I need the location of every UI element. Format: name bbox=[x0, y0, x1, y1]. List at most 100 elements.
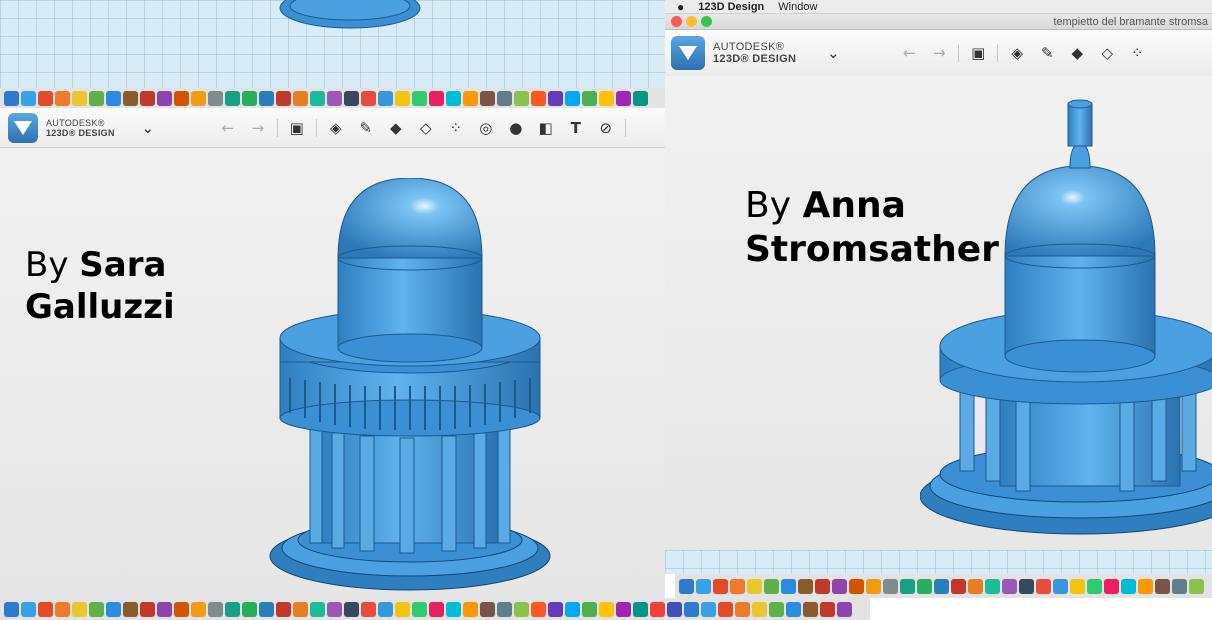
dock-app-icon[interactable] bbox=[446, 601, 461, 617]
dock-app-icon[interactable] bbox=[1138, 578, 1153, 594]
app-logo-icon[interactable] bbox=[671, 36, 705, 70]
primitives-icon[interactable]: ◈ bbox=[1006, 44, 1028, 62]
dock-app-icon[interactable] bbox=[327, 90, 342, 106]
undo-icon[interactable]: ← bbox=[217, 119, 239, 137]
dock-app-icon[interactable] bbox=[157, 601, 172, 617]
dock-app-icon[interactable] bbox=[764, 578, 779, 594]
construct-icon[interactable]: ◆ bbox=[385, 119, 407, 137]
dock-app-icon[interactable] bbox=[174, 90, 189, 106]
snap-icon[interactable]: ⊘ bbox=[595, 119, 617, 137]
dock-app-icon[interactable] bbox=[21, 601, 36, 617]
dock-app-icon[interactable] bbox=[310, 601, 325, 617]
dock-app-icon[interactable] bbox=[106, 90, 121, 106]
dock-app-icon[interactable] bbox=[565, 601, 580, 617]
dock-top-left[interactable] bbox=[0, 88, 665, 108]
dock-app-icon[interactable] bbox=[883, 578, 898, 594]
dock-app-icon[interactable] bbox=[140, 90, 155, 106]
dock-app-icon[interactable] bbox=[582, 90, 597, 106]
dock-app-icon[interactable] bbox=[497, 601, 512, 617]
dock-app-icon[interactable] bbox=[1053, 578, 1068, 594]
dock-app-icon[interactable] bbox=[769, 601, 784, 617]
dock-app-icon[interactable] bbox=[4, 601, 19, 617]
dock-app-icon[interactable] bbox=[1155, 578, 1170, 594]
dock-app-icon[interactable] bbox=[123, 90, 138, 106]
right-viewport[interactable]: By Anna Stromsather bbox=[665, 76, 1212, 574]
dock-app-icon[interactable] bbox=[446, 90, 461, 106]
combine-icon[interactable]: ● bbox=[505, 119, 527, 137]
dock-app-icon[interactable] bbox=[429, 601, 444, 617]
dock-app-icon[interactable] bbox=[752, 601, 767, 617]
dock-app-icon[interactable] bbox=[934, 578, 949, 594]
modify-icon[interactable]: ◇ bbox=[415, 119, 437, 137]
dock-app-icon[interactable] bbox=[548, 601, 563, 617]
dock-app-icon[interactable] bbox=[599, 601, 614, 617]
dock-app-icon[interactable] bbox=[225, 601, 240, 617]
app-logo-icon[interactable] bbox=[8, 112, 38, 143]
add-primitive-icon[interactable]: ▣ bbox=[286, 119, 308, 137]
dock-bottom-right[interactable] bbox=[675, 574, 1212, 598]
modify-icon[interactable]: ◇ bbox=[1096, 44, 1118, 62]
dock-app-icon[interactable] bbox=[395, 601, 410, 617]
dock-app-icon[interactable] bbox=[378, 90, 393, 106]
dock-app-icon[interactable] bbox=[985, 578, 1000, 594]
dock-app-icon[interactable] bbox=[599, 90, 614, 106]
dock-app-icon[interactable] bbox=[798, 578, 813, 594]
sketch-icon[interactable]: ✎ bbox=[1036, 44, 1058, 62]
dock-app-icon[interactable] bbox=[713, 578, 728, 594]
dock-app-icon[interactable] bbox=[531, 601, 546, 617]
pattern-icon[interactable]: ⁘ bbox=[1126, 44, 1148, 62]
dock-app-icon[interactable] bbox=[480, 601, 495, 617]
dock-app-icon[interactable] bbox=[344, 601, 359, 617]
dock-app-icon[interactable] bbox=[429, 90, 444, 106]
dock-app-icon[interactable] bbox=[89, 90, 104, 106]
chevron-down-icon[interactable]: ⌄ bbox=[137, 119, 159, 137]
dock-app-icon[interactable] bbox=[1104, 578, 1119, 594]
dock-app-icon[interactable] bbox=[21, 90, 36, 106]
dock-app-icon[interactable] bbox=[786, 601, 801, 617]
dock-app-icon[interactable] bbox=[718, 601, 733, 617]
dock-app-icon[interactable] bbox=[55, 601, 70, 617]
dock-app-icon[interactable] bbox=[259, 601, 274, 617]
dock-app-icon[interactable] bbox=[837, 601, 852, 617]
zoom-icon[interactable] bbox=[701, 16, 712, 27]
dock-app-icon[interactable] bbox=[55, 90, 70, 106]
dock-app-icon[interactable] bbox=[849, 578, 864, 594]
dock-app-icon[interactable] bbox=[191, 601, 206, 617]
dock-app-icon[interactable] bbox=[616, 601, 631, 617]
dock-app-icon[interactable] bbox=[242, 90, 257, 106]
dock-app-icon[interactable] bbox=[1189, 578, 1204, 594]
dock-app-icon[interactable] bbox=[174, 601, 189, 617]
chevron-down-icon[interactable]: ⌄ bbox=[822, 44, 844, 62]
dock-app-icon[interactable] bbox=[276, 90, 291, 106]
redo-icon[interactable]: → bbox=[928, 44, 950, 62]
dock-app-icon[interactable] bbox=[514, 90, 529, 106]
dock-app-icon[interactable] bbox=[1019, 578, 1034, 594]
measure-icon[interactable]: ◧ bbox=[535, 119, 557, 137]
dock-app-icon[interactable] bbox=[463, 601, 478, 617]
dock-app-icon[interactable] bbox=[344, 90, 359, 106]
dock-app-icon[interactable] bbox=[378, 601, 393, 617]
dock-app-icon[interactable] bbox=[106, 601, 121, 617]
dock-app-icon[interactable] bbox=[667, 601, 682, 617]
dock-app-icon[interactable] bbox=[412, 90, 427, 106]
construct-icon[interactable]: ◆ bbox=[1066, 44, 1088, 62]
dock-app-icon[interactable] bbox=[514, 601, 529, 617]
dock-app-icon[interactable] bbox=[951, 578, 966, 594]
dock-app-icon[interactable] bbox=[140, 601, 155, 617]
dock-bottom-left[interactable] bbox=[0, 598, 870, 620]
minimize-icon[interactable] bbox=[686, 16, 697, 27]
dock-app-icon[interactable] bbox=[208, 90, 223, 106]
dock-app-icon[interactable] bbox=[191, 90, 206, 106]
dock-app-icon[interactable] bbox=[1002, 578, 1017, 594]
dock-app-icon[interactable] bbox=[582, 601, 597, 617]
dock-app-icon[interactable] bbox=[701, 601, 716, 617]
pattern-icon[interactable]: ⁘ bbox=[445, 119, 467, 137]
dock-app-icon[interactable] bbox=[463, 90, 478, 106]
dock-app-icon[interactable] bbox=[38, 90, 53, 106]
dock-app-icon[interactable] bbox=[633, 90, 648, 106]
dock-app-icon[interactable] bbox=[684, 601, 699, 617]
dock-app-icon[interactable] bbox=[696, 578, 711, 594]
dock-app-icon[interactable] bbox=[1172, 578, 1187, 594]
dock-app-icon[interactable] bbox=[72, 90, 87, 106]
left-top-viewport[interactable] bbox=[0, 0, 665, 88]
